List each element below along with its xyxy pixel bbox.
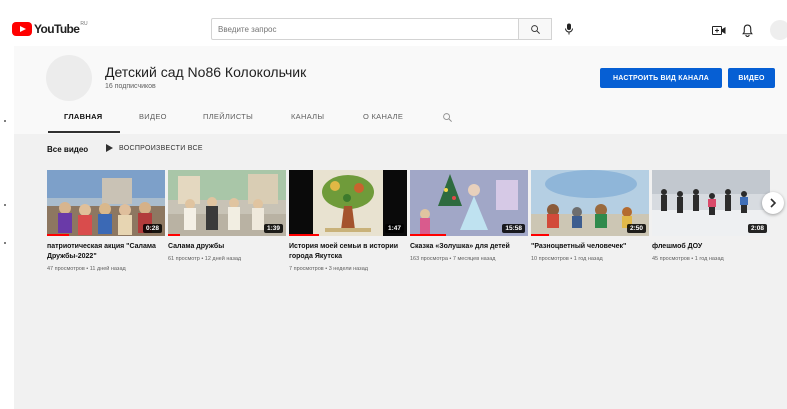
video-duration: 1:47 [384,224,404,233]
mic-icon [565,23,573,35]
search-button[interactable] [518,18,552,40]
youtube-channel-page: YouTube RU Детский сад No86 Колокольчик … [0,0,787,409]
tab-home[interactable]: ГЛАВНАЯ [64,112,102,121]
video-thumbnail[interactable]: 1:39 [168,170,286,236]
video-card[interactable]: 1:39 Салама дружбы 61 просмотр • 12 дней… [168,170,286,264]
video-meta: 163 просмотра • 7 месяцев назад [410,256,496,262]
search-input[interactable] [211,18,519,40]
bell-icon [741,24,753,37]
tab-videos[interactable]: ВИДЕО [139,112,167,121]
video-thumbnail[interactable]: 0:28 [47,170,165,236]
youtube-play-logo-icon [12,22,32,36]
video-duration: 2:08 [747,224,767,233]
video-title[interactable]: "Разноцветный человечек" [531,242,649,252]
tab-about[interactable]: О КАНАЛЕ [363,112,403,121]
carousel-next-button[interactable] [762,192,784,214]
video-meta: 45 просмотров • 1 год назад [652,256,724,262]
edge-marker [4,120,6,122]
active-tab-indicator [48,131,120,133]
video-thumbnail[interactable]: 2:50 [531,170,649,236]
channel-content: Все видео ВОСПРОИЗВЕСТИ ВСЕ 0:28 патриот… [14,134,787,409]
account-avatar[interactable] [770,20,787,40]
video-card[interactable]: 0:28 патриотическая акция "Салама Дружбы… [47,170,165,274]
channel-tabs: ГЛАВНАЯ ВИДЕО ПЛЕЙЛИСТЫ КАНАЛЫ О КАНАЛЕ [14,106,787,134]
play-all-label: ВОСПРОИЗВЕСТИ ВСЕ [119,144,203,152]
masthead: YouTube RU [0,14,787,46]
search-icon [443,113,452,122]
video-title[interactable]: Салама дружбы [168,242,286,252]
video-meta: 10 просмотров • 1 год назад [531,256,603,262]
play-all-button[interactable]: ВОСПРОИЗВЕСТИ ВСЕ [106,144,203,152]
subscriber-count: 16 подписчиков [105,83,156,90]
channel-search-button[interactable] [442,110,453,128]
search-icon [530,24,540,34]
watch-progress-bar [47,234,69,236]
video-duration: 0:28 [142,224,162,233]
chevron-right-icon [770,198,777,208]
customize-channel-button[interactable]: НАСТРОИТЬ ВИД КАНАЛА [600,68,722,88]
watch-progress-bar [168,234,180,236]
tab-channels[interactable]: КАНАЛЫ [291,112,324,121]
tab-playlists[interactable]: ПЛЕЙЛИСТЫ [203,112,253,121]
video-thumbnail[interactable]: 15:58 [410,170,528,236]
video-thumbnail[interactable]: 1:47 [289,170,407,236]
video-card[interactable]: 15:58 Сказка «Золушка» для детей 163 про… [410,170,528,264]
logo-region: RU [80,21,88,27]
video-duration: 15:58 [502,224,525,233]
video-meta: 61 просмотр • 12 дней назад [168,256,242,262]
channel-name: Детский сад No86 Колокольчик [105,64,307,80]
channel-header: Детский сад No86 Колокольчик 16 подписчи… [14,46,787,134]
video-duration: 2:50 [626,224,646,233]
manage-videos-button[interactable]: ВИДЕО [728,68,775,88]
video-meta: 7 просмотров • 3 недели назад [289,266,368,272]
voice-search-button[interactable] [560,20,578,38]
video-card[interactable]: 1:47 История моей семьи в истории города… [289,170,407,274]
create-video-icon [712,25,726,35]
video-title[interactable]: История моей семьи в истории города Якут… [289,242,407,262]
logo-text: YouTube [34,22,80,36]
watch-progress-bar [531,234,549,236]
notifications-button[interactable] [738,21,756,39]
video-title[interactable]: патриотическая акция "Салама Дружбы-2022… [47,242,165,262]
watch-progress-bar [289,234,319,236]
video-meta: 47 просмотров • 11 дней назад [47,266,126,272]
video-card[interactable]: 2:50 "Разноцветный человечек" 10 просмот… [531,170,649,264]
channel-avatar [46,55,92,101]
edge-marker [4,204,6,206]
create-button[interactable] [710,21,728,39]
youtube-logo[interactable]: YouTube RU [12,21,88,36]
play-icon [106,144,113,152]
watch-progress-bar [410,234,446,236]
video-card[interactable]: 2:08 флешмоб ДОУ 45 просмотров • 1 год н… [652,170,770,264]
section-title[interactable]: Все видео [47,145,88,154]
edge-marker [4,242,6,244]
video-duration: 1:39 [263,224,283,233]
video-thumbnail[interactable]: 2:08 [652,170,770,236]
video-title[interactable]: флешмоб ДОУ [652,242,770,252]
video-title[interactable]: Сказка «Золушка» для детей [410,242,528,252]
